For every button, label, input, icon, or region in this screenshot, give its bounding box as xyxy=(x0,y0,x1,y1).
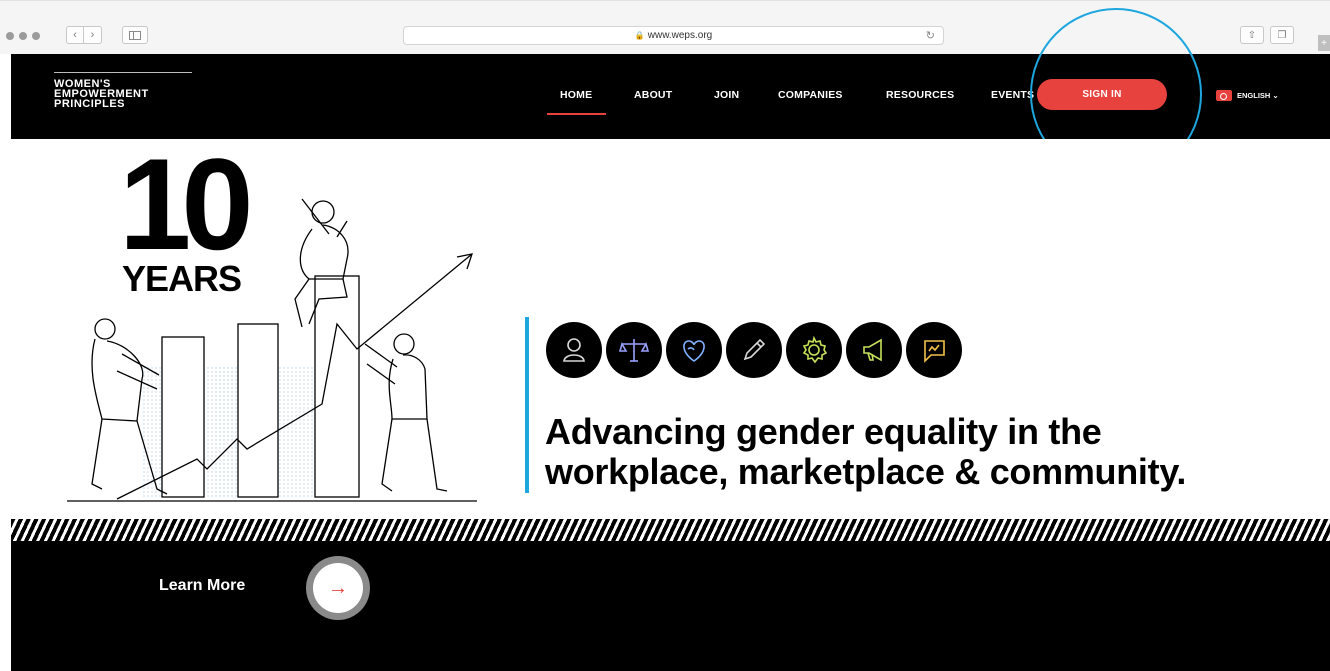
striped-divider xyxy=(11,519,1330,541)
history-buttons: ‹ › xyxy=(66,26,102,44)
plus-icon: + xyxy=(1321,37,1327,49)
enterprise-gear-icon[interactable] xyxy=(786,322,842,378)
health-heart-icon[interactable] xyxy=(666,322,722,378)
forward-button[interactable]: › xyxy=(84,26,102,44)
advocacy-megaphone-icon[interactable] xyxy=(846,322,902,378)
hero-tagline: Advancing gender equality in the workpla… xyxy=(545,412,1305,492)
reload-icon[interactable]: ↻ xyxy=(926,29,935,42)
learn-more-button[interactable]: → xyxy=(306,556,370,620)
site-logo[interactable]: WOMEN'S EMPOWERMENT PRINCIPLES xyxy=(54,79,149,110)
nav-item-resources[interactable]: RESOURCES xyxy=(886,89,954,101)
logo-divider xyxy=(54,72,192,73)
minimize-window-button[interactable] xyxy=(19,32,27,40)
hero-section: 10 YEARS Advancing gender equality in th… xyxy=(11,139,1330,519)
anniversary-number: 10 xyxy=(119,131,254,277)
show-tabs-button[interactable]: ❐ xyxy=(1270,26,1294,44)
language-flag-icon xyxy=(1216,90,1232,101)
language-selector[interactable]: ENGLISH ⌄ xyxy=(1216,90,1279,101)
nav-item-home[interactable]: HOME xyxy=(560,89,592,101)
education-pencil-icon[interactable] xyxy=(726,322,782,378)
zoom-window-button[interactable] xyxy=(32,32,40,40)
language-label: ENGLISH ⌄ xyxy=(1237,91,1279,100)
url-text: www.weps.org xyxy=(647,30,713,41)
arrow-right-icon: → xyxy=(313,563,363,613)
close-window-button[interactable] xyxy=(6,32,14,40)
anniversary-years-label: YEARS xyxy=(122,258,242,299)
nav-item-companies[interactable]: COMPANIES xyxy=(778,89,843,101)
logo-line-3: PRINCIPLES xyxy=(54,98,126,110)
share-button[interactable]: ⇧ xyxy=(1240,26,1264,44)
growth-illustration xyxy=(67,198,477,502)
new-tab-button[interactable]: + xyxy=(1318,35,1330,51)
nav-item-about[interactable]: ABOUT xyxy=(634,89,672,101)
principle-icons-row xyxy=(546,322,962,378)
learn-more-label[interactable]: Learn More xyxy=(159,577,245,595)
back-button[interactable]: ‹ xyxy=(66,26,84,44)
sidebar-toggle-button[interactable] xyxy=(122,26,148,44)
accent-bar xyxy=(525,317,529,493)
nav-item-events[interactable]: EVENTS xyxy=(991,89,1034,101)
sidebar-icon xyxy=(129,30,141,40)
share-icon: ⇧ xyxy=(1247,29,1257,41)
reporting-chat-icon[interactable] xyxy=(906,322,962,378)
address-bar[interactable]: 🔒 www.weps.org ↻ xyxy=(403,26,944,45)
equality-scale-icon[interactable] xyxy=(606,322,662,378)
tagline-line-1: Advancing gender equality in the xyxy=(545,411,1102,452)
tagline-line-2: workplace, marketplace & community. xyxy=(545,451,1187,492)
nav-item-join[interactable]: JOIN xyxy=(714,89,739,101)
chevron-left-icon: ‹ xyxy=(73,29,77,41)
chevron-right-icon: › xyxy=(90,29,95,41)
window-controls[interactable] xyxy=(6,32,40,40)
learn-more-section: Learn More → xyxy=(11,541,1330,671)
active-nav-indicator xyxy=(547,113,606,115)
leadership-person-icon[interactable] xyxy=(546,322,602,378)
lock-icon: 🔒 xyxy=(634,31,645,40)
tabs-icon: ❐ xyxy=(1277,29,1287,41)
